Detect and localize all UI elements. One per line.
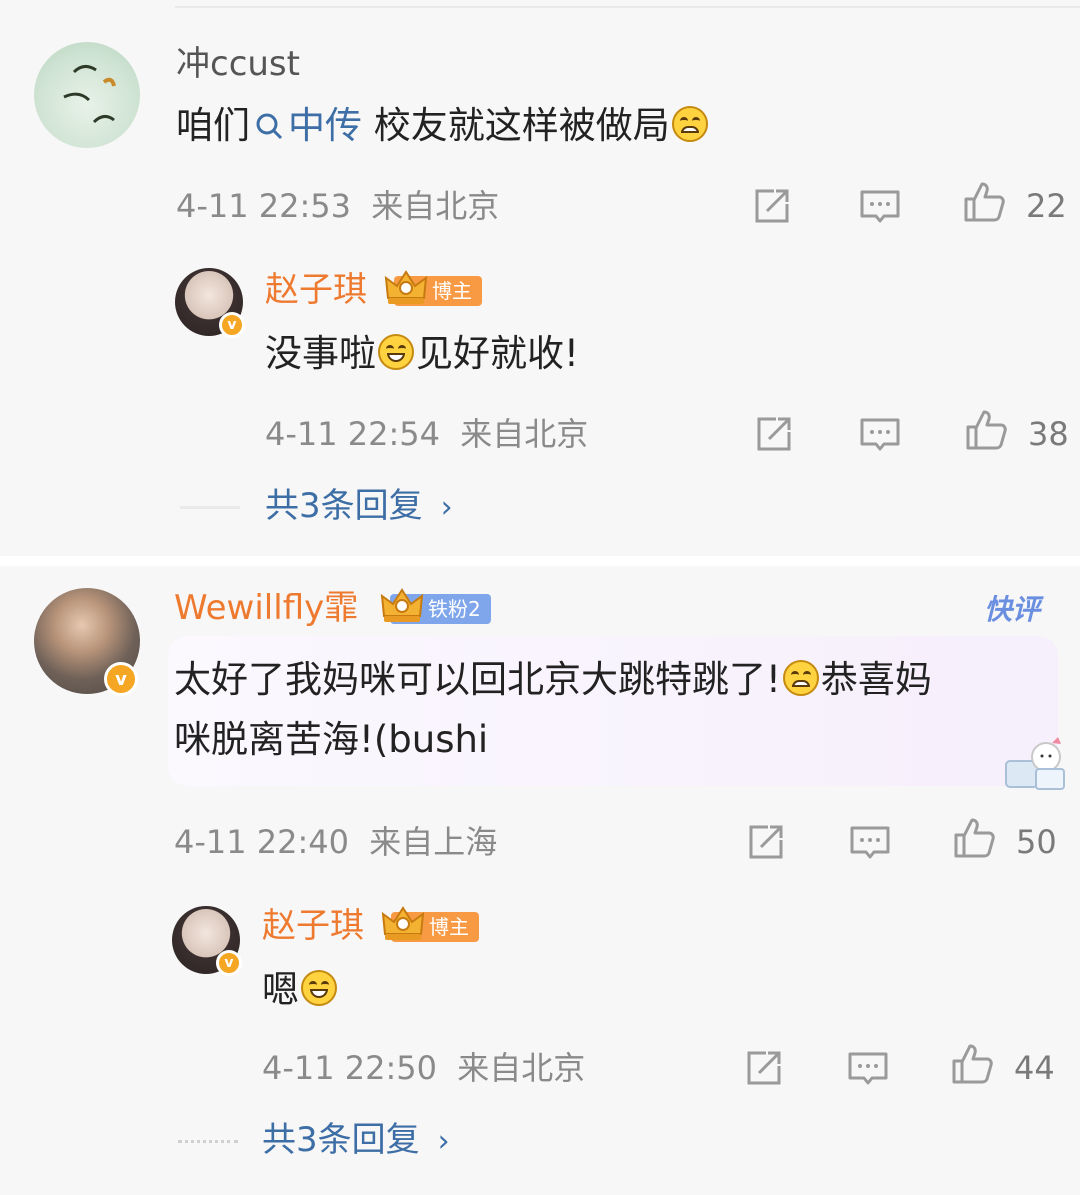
- divider: [180, 506, 240, 510]
- repost-icon[interactable]: [742, 1046, 786, 1090]
- crown-icon: [380, 586, 424, 626]
- blogger-tag: 博主: [391, 912, 479, 942]
- blogger-tag-label: 博主: [429, 915, 469, 939]
- divider: [175, 6, 1080, 8]
- comment-text-prefix: 咱们: [176, 104, 250, 147]
- reply-text-suffix: 见好就收!: [416, 332, 579, 375]
- crown-icon: [381, 904, 425, 944]
- like-icon[interactable]: [964, 408, 1008, 452]
- emoji-grin-icon: [378, 334, 414, 370]
- like-icon[interactable]: [950, 1042, 994, 1086]
- more-replies-label: 共3条回复: [265, 486, 423, 526]
- reply-meta: 4-11 22:50 来自北京: [262, 1048, 585, 1088]
- avatar[interactable]: v: [175, 268, 245, 338]
- timestamp: 4-11 22:53: [176, 187, 352, 225]
- comment-text-suffix: 校友就这样被做局: [362, 104, 670, 147]
- comment-icon[interactable]: [858, 412, 902, 456]
- more-replies-link[interactable]: 共3条回复 ›: [262, 1120, 450, 1162]
- emoji-cry-icon: [671, 106, 708, 142]
- topic-link-label: 中传: [288, 104, 362, 147]
- comment-meta: 4-11 22:40 来自上海: [174, 822, 497, 862]
- fan-tag-label: 铁粉2: [428, 597, 481, 621]
- verified-badge-icon: v: [104, 662, 138, 696]
- chevron-right-icon: ›: [440, 490, 453, 525]
- avatar[interactable]: v: [34, 588, 140, 696]
- sticker-icon: [1005, 737, 1065, 790]
- comment-meta: 4-11 22:53 来自北京: [176, 186, 499, 226]
- repost-icon[interactable]: [750, 184, 794, 228]
- timestamp: 4-11 22:50: [262, 1049, 438, 1087]
- like-icon[interactable]: [962, 180, 1006, 224]
- location: 来自北京: [371, 187, 500, 225]
- search-icon: [256, 113, 283, 140]
- comment-card: 冲ccust 咱们 中传 校友就这样被做局 4-11 22:53 来自北京 22 …: [0, 0, 1080, 556]
- reply-text-prefix: 没事啦: [265, 332, 376, 375]
- comment-text-line1-suffix: 恭喜妈: [820, 658, 932, 701]
- chevron-right-icon: ›: [437, 1124, 450, 1159]
- verified-badge-icon: v: [216, 950, 242, 976]
- avatar[interactable]: [34, 42, 140, 148]
- timestamp: 4-11 22:40: [174, 823, 350, 861]
- username[interactable]: 冲ccust: [176, 44, 300, 84]
- emoji-cry-icon: [782, 660, 819, 696]
- fan-tag: 铁粉2: [390, 594, 491, 624]
- location: 来自上海: [369, 823, 498, 861]
- reply-username[interactable]: 赵子琪: [262, 906, 364, 946]
- blogger-tag-label: 博主: [432, 279, 472, 303]
- divider: [178, 1140, 238, 1144]
- comment-text-line1-prefix: 太好了我妈咪可以回北京大跳特跳了!: [174, 658, 781, 701]
- verified-badge-icon: v: [219, 312, 245, 338]
- comment-icon[interactable]: [848, 820, 892, 864]
- like-count: 22: [1026, 187, 1067, 225]
- username[interactable]: Wewillfly霏: [174, 588, 358, 628]
- reply-text: 没事啦 见好就收!: [265, 324, 579, 384]
- reply-meta: 4-11 22:54 来自北京: [265, 414, 588, 454]
- like-count: 38: [1028, 415, 1069, 453]
- comment-text-line2: 咪脱离苦海!(bushi: [174, 718, 489, 761]
- avatar[interactable]: v: [172, 906, 242, 976]
- comment-text: 太好了我妈咪可以回北京大跳特跳了! 恭喜妈: [174, 650, 932, 710]
- like-count: 44: [1014, 1049, 1055, 1087]
- comment-card: 快评 v Wewillfly霏 铁粉2 太好了我妈咪可以回北京大跳特跳了! 恭喜妈…: [0, 566, 1080, 1195]
- repost-icon[interactable]: [752, 412, 796, 456]
- location: 来自北京: [460, 415, 589, 453]
- like-count: 50: [1016, 823, 1057, 861]
- blogger-tag: 博主: [394, 276, 482, 306]
- more-replies-label: 共3条回复: [262, 1120, 420, 1160]
- comment-icon[interactable]: [846, 1046, 890, 1090]
- timestamp: 4-11 22:54: [265, 415, 441, 453]
- like-icon[interactable]: [952, 816, 996, 860]
- reply-username[interactable]: 赵子琪: [265, 270, 367, 310]
- reply-text: 嗯: [262, 960, 339, 1020]
- emoji-grin-icon: [301, 970, 337, 1006]
- comment-icon[interactable]: [858, 184, 902, 228]
- topic-link[interactable]: 中传: [250, 104, 362, 147]
- more-replies-link[interactable]: 共3条回复 ›: [265, 486, 453, 528]
- comment-text: 咱们 中传 校友就这样被做局: [176, 96, 710, 156]
- quick-review-label: 快评: [983, 593, 1040, 626]
- crown-icon: [384, 268, 428, 308]
- reply-text-prefix: 嗯: [262, 968, 299, 1011]
- divider: [0, 556, 1080, 566]
- location: 来自北京: [457, 1049, 586, 1087]
- repost-icon[interactable]: [744, 820, 788, 864]
